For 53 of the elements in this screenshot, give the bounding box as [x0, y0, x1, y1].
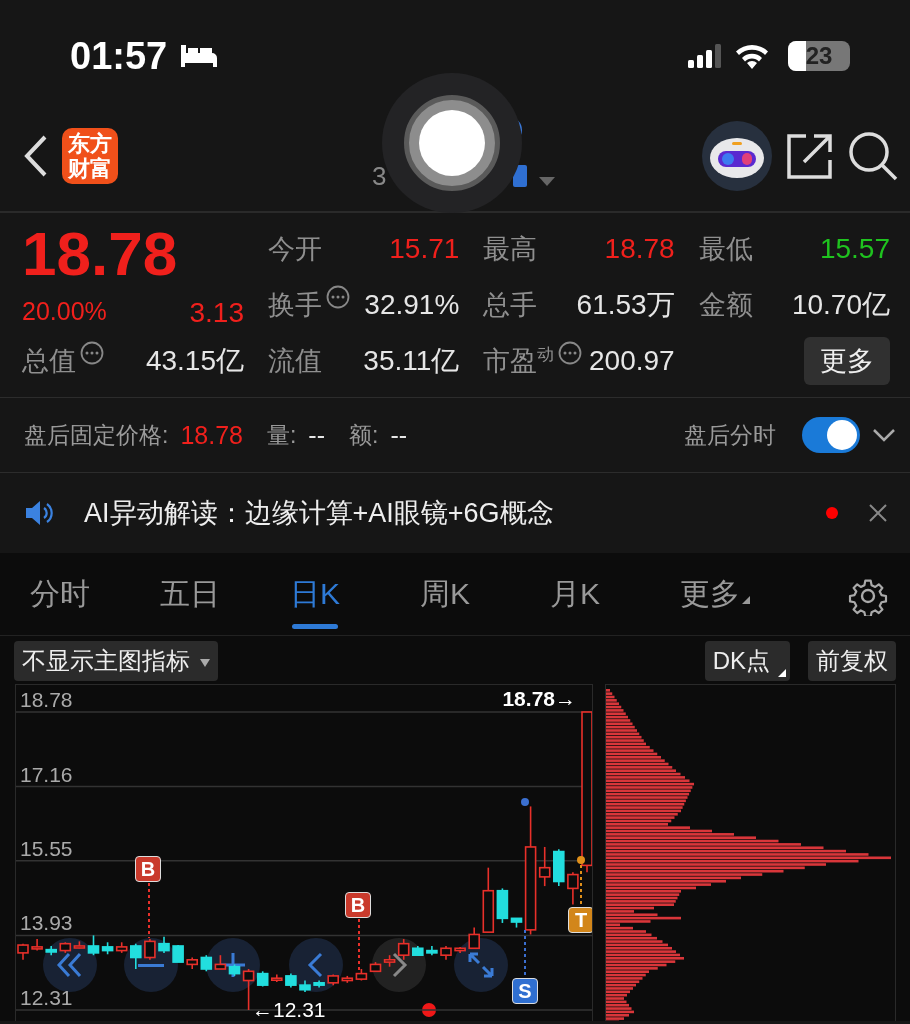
- period-tab[interactable]: 五日: [160, 563, 290, 629]
- dk-point-button[interactable]: DK点: [704, 641, 790, 681]
- battery-icon: 23: [788, 41, 850, 71]
- after-hours-label: 盘后固定价格:: [24, 420, 169, 450]
- field-value: 15.71: [389, 233, 460, 265]
- period-tab[interactable]: 日K: [290, 563, 420, 629]
- trade-marker[interactable]: S: [512, 978, 538, 1004]
- price-axis-label: 15.55: [20, 837, 73, 860]
- app-logo: 东方财富: [62, 127, 118, 184]
- period-tab[interactable]: 月K: [550, 563, 680, 629]
- low-price-label: ←12.31: [252, 998, 326, 1021]
- field-value: 32.91%: [364, 289, 460, 321]
- field-label: 流值: [268, 345, 322, 378]
- trade-marker[interactable]: B: [345, 892, 371, 918]
- field-value: 43.15亿: [145, 344, 244, 378]
- field-label: 换手: [268, 289, 322, 322]
- period-tab[interactable]: 周K: [420, 563, 550, 629]
- field-value: 200.97: [589, 345, 675, 377]
- field-value: 10.70亿: [791, 288, 890, 322]
- field-label: 金额: [698, 289, 753, 322]
- field-label: 总值: [22, 345, 76, 378]
- status-time: 01:57: [70, 34, 168, 78]
- price-axis-label: 18.78: [20, 689, 73, 711]
- field-value: 18.78: [604, 233, 675, 265]
- amount-value: --: [390, 420, 408, 450]
- stock-code: 3: [372, 161, 387, 192]
- price-axis-label: 13.93: [20, 912, 73, 935]
- adjust-button[interactable]: 前复权: [808, 641, 896, 681]
- field-value: 15.57: [819, 233, 890, 265]
- more-button[interactable]: 更多: [804, 337, 890, 385]
- field-value: 61.53万: [576, 288, 675, 322]
- field-label: 最低: [698, 233, 753, 266]
- field-label: 总手: [483, 289, 538, 322]
- last-price: 18.78: [22, 221, 179, 287]
- period-tab[interactable]: 分时: [30, 563, 160, 629]
- field-value: 35.11亿: [363, 344, 460, 378]
- field-label: 今开: [268, 233, 322, 266]
- price-axis-label: 12.31: [20, 987, 73, 1009]
- change-amount: 3.13: [189, 297, 244, 329]
- change-percent: 20.00%: [22, 297, 107, 327]
- after-hours-price: 18.78: [180, 420, 243, 450]
- field-label: 市盈$^{动}$: [483, 344, 555, 378]
- ai-banner-text[interactable]: AI异动解读：边缘计算+AI眼镜+6G概念: [84, 495, 554, 531]
- volume-value: --: [308, 420, 325, 450]
- high-price-label: 18.78→: [502, 687, 576, 711]
- amount-label: 额:: [349, 420, 379, 450]
- toggle-label: 盘后分时: [684, 420, 776, 450]
- indicator-dropdown[interactable]: 不显示主图指标: [14, 641, 218, 681]
- field-label: 最高: [483, 233, 538, 266]
- period-tab[interactable]: 更多: [680, 563, 810, 629]
- trade-marker[interactable]: B: [135, 856, 161, 882]
- volume-label: 量:: [266, 420, 297, 450]
- price-axis-label: 17.16: [20, 763, 73, 786]
